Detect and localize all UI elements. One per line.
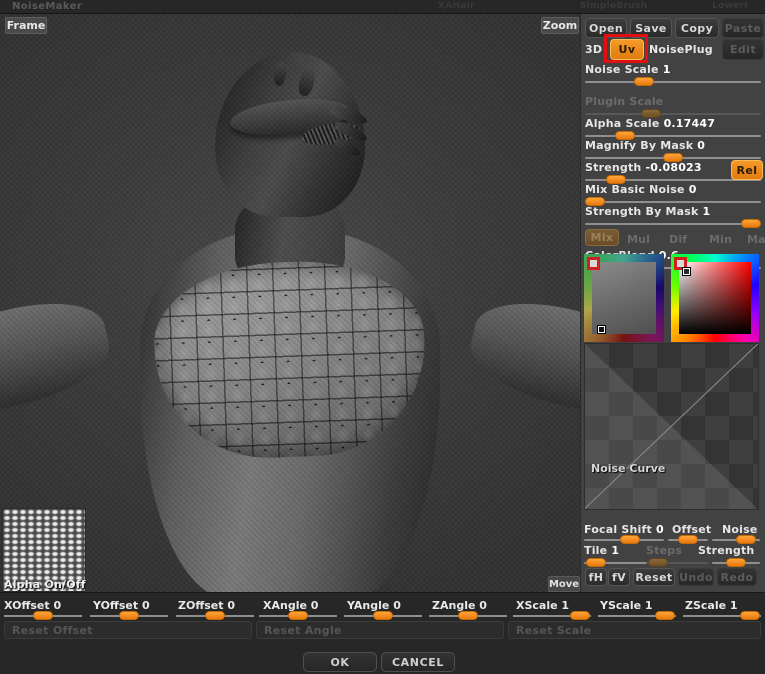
xoffset-label: XOffset 0 (4, 599, 62, 612)
yangle-label: YAngle 0 (347, 599, 401, 612)
steps-knob[interactable] (648, 558, 668, 567)
plugin-scale-track[interactable] (585, 113, 761, 115)
paste-button[interactable]: Paste (722, 18, 764, 38)
alpha-scale-track[interactable] (585, 135, 761, 137)
tile-knob[interactable] (586, 558, 606, 567)
zoffset-knob[interactable] (205, 611, 225, 620)
blend-dif-button[interactable]: Dif (669, 233, 687, 246)
noisemaker-dialog: NoiseMaker XAHair SimpleBrush LowerI Fra… (0, 0, 765, 674)
xangle-label: XAngle 0 (263, 599, 319, 612)
rel-button[interactable]: Rel (731, 160, 763, 180)
magnify-by-mask-label: Magnify By Mask 0 (585, 139, 706, 152)
save-button[interactable]: Save (630, 18, 672, 38)
yscale-knob[interactable] (655, 611, 675, 620)
color-swatch-secondary[interactable] (587, 257, 600, 270)
edit-button[interactable]: Edit (722, 39, 764, 60)
sv-field-secondary[interactable] (592, 262, 656, 334)
mode-uv-button[interactable]: Uv (610, 39, 644, 60)
xscale-knob[interactable] (570, 611, 590, 620)
plugin-scale-label: Plugin Scale (585, 95, 664, 108)
steps-label: Steps (646, 544, 683, 557)
reset-scale-button[interactable]: Reset Scale (508, 621, 761, 639)
strength-by-mask-track[interactable] (585, 223, 761, 225)
reset-angle-button[interactable]: Reset Angle (256, 621, 504, 639)
reset-offset-button[interactable]: Reset Offset (4, 621, 252, 639)
mode-3d-button[interactable]: 3D (585, 43, 602, 56)
xscale-label: XScale 1 (516, 599, 570, 612)
bg-label-loweri: LowerI (712, 1, 748, 11)
zscale-label: ZScale 1 (685, 599, 738, 612)
color-cursor-secondary[interactable] (598, 326, 605, 333)
model-viewport[interactable] (0, 14, 580, 592)
frame-button[interactable]: Frame (5, 17, 47, 34)
bg-label-simplebrush: SimpleBrush (580, 1, 648, 11)
mix-basic-noise-track[interactable] (585, 201, 761, 203)
move-button[interactable]: Move (548, 576, 580, 592)
noise-scale-label: Noise Scale 1 (585, 63, 671, 76)
ok-button[interactable]: OK (303, 652, 377, 672)
xoffset-knob[interactable] (33, 611, 53, 620)
yoffset-knob[interactable] (119, 611, 139, 620)
yangle-knob[interactable] (373, 611, 393, 620)
host-app-background-strip: NoiseMaker XAHair SimpleBrush LowerI (0, 0, 765, 14)
color-cursor-primary[interactable] (683, 268, 690, 275)
zangle-knob[interactable] (458, 611, 478, 620)
open-button[interactable]: Open (585, 18, 627, 38)
noise-curve-label: Noise Curve (591, 462, 666, 475)
flip-vertical-button[interactable]: fV (608, 568, 630, 586)
alpha-scale-label: Alpha Scale 0.17447 (585, 117, 716, 130)
window-title: NoiseMaker (12, 1, 83, 12)
yscale-label: YScale 1 (600, 599, 653, 612)
mix-basic-noise-label: Mix Basic Noise 0 (585, 183, 697, 196)
tile-label: Tile 1 (584, 544, 620, 557)
zoffset-label: ZOffset 0 (178, 599, 236, 612)
mode-noiseplug-button[interactable]: NoisePlug (649, 43, 713, 56)
offset-knob[interactable] (678, 535, 698, 544)
focal-shift-knob[interactable] (620, 535, 640, 544)
noise-scale-knob[interactable] (634, 77, 654, 86)
color-picker-primary[interactable] (671, 254, 759, 342)
bg-label-xahair: XAHair (438, 1, 475, 11)
blend-min-button[interactable]: Min (709, 233, 732, 246)
blend-max-button[interactable]: Max (747, 233, 765, 246)
strength-by-mask-knob[interactable] (741, 219, 761, 228)
undo-button[interactable]: Undo (678, 568, 714, 586)
xangle-knob[interactable] (288, 611, 308, 620)
redo-button[interactable]: Redo (717, 568, 757, 586)
noise-curve-editor[interactable]: Noise Curve (584, 343, 759, 510)
copy-button[interactable]: Copy (675, 18, 719, 38)
cancel-button[interactable]: CANCEL (381, 652, 455, 672)
color-picker-secondary[interactable] (584, 254, 664, 342)
curve-strength-knob[interactable] (726, 558, 746, 567)
blend-mix-button[interactable]: Mix (585, 229, 619, 246)
flip-horizontal-button[interactable]: fH (585, 568, 607, 586)
zoom-button[interactable]: Zoom (541, 17, 579, 34)
yoffset-label: YOffset 0 (93, 599, 150, 612)
blend-mul-button[interactable]: Mul (627, 233, 650, 246)
noise-knob[interactable] (736, 535, 756, 544)
strength-label: Strength -0.08023 (585, 161, 702, 174)
zscale-knob[interactable] (740, 611, 760, 620)
noise-scale-track[interactable] (585, 81, 761, 83)
zangle-label: ZAngle 0 (432, 599, 487, 612)
creature-scale-armor (151, 257, 429, 462)
curve-strength-label: Strength (698, 544, 755, 557)
strength-by-mask-label: Strength By Mask 1 (585, 205, 711, 218)
curve-reset-button[interactable]: Reset (633, 568, 675, 586)
